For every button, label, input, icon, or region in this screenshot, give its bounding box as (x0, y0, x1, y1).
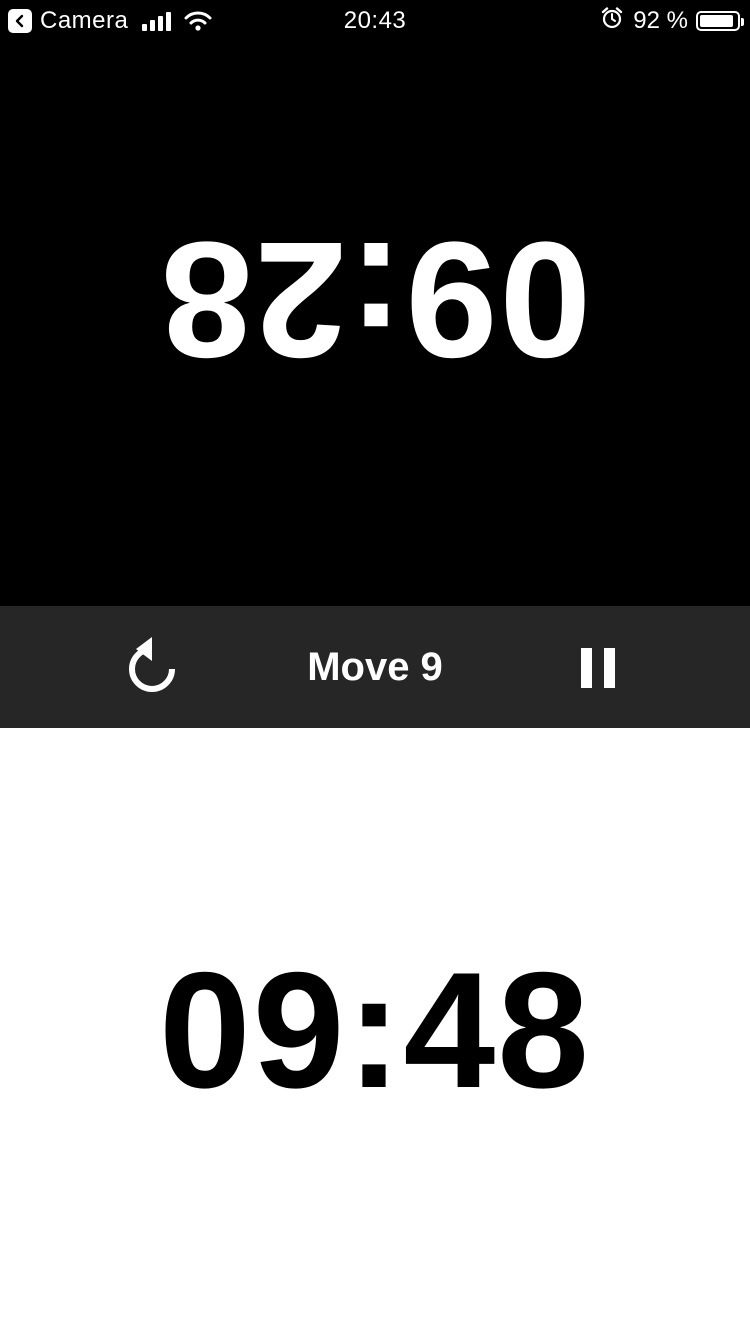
bottom-player-panel[interactable]: 09:48 (0, 728, 750, 1334)
battery-percent: 92 % (633, 7, 688, 34)
battery-level (700, 15, 734, 27)
chess-clock-screen: 09:28 Camera 20:43 92 % Move 9 09:48 (0, 0, 750, 1334)
pause-icon (575, 648, 621, 688)
battery-icon (696, 11, 744, 31)
move-counter: Move 9 (307, 645, 443, 689)
control-bar: Move 9 (0, 606, 750, 728)
top-player-panel[interactable]: 09:28 (0, 0, 750, 606)
status-bar: Camera 20:43 92 % (0, 0, 750, 40)
alarm-icon (601, 6, 623, 36)
reset-icon (129, 637, 175, 692)
top-player-clock: 09:28 (159, 208, 592, 392)
status-right: 92 % (601, 6, 744, 36)
pause-button[interactable] (566, 638, 630, 698)
bottom-player-clock: 09:48 (158, 938, 591, 1122)
reset-button[interactable] (120, 632, 186, 702)
